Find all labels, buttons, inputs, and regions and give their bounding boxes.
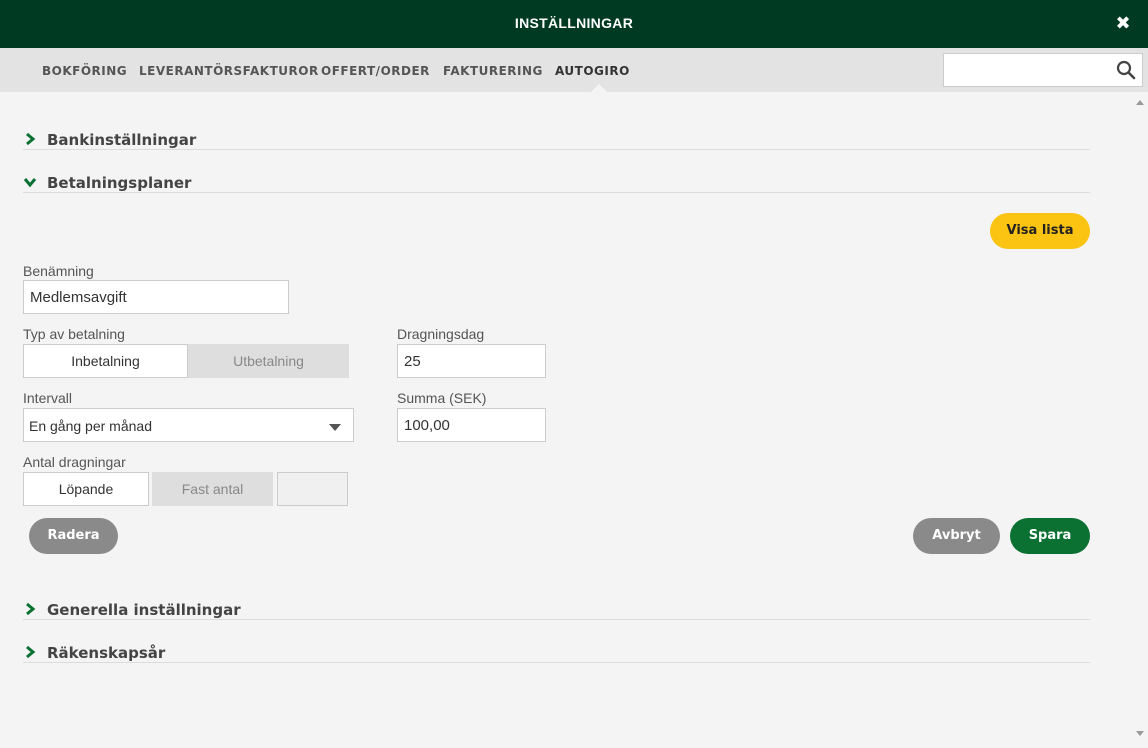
interval-select[interactable]: En gång per månad bbox=[23, 408, 354, 442]
name-label: Benämning bbox=[23, 263, 94, 279]
payment-type-inbetalning[interactable]: Inbetalning bbox=[23, 344, 188, 378]
search-input[interactable] bbox=[950, 60, 1110, 80]
caret-down-icon bbox=[329, 424, 341, 431]
count-fast-antal[interactable]: Fast antal bbox=[152, 472, 273, 506]
show-list-button[interactable]: Visa lista bbox=[990, 213, 1090, 249]
payment-type-label: Typ av betalning bbox=[23, 326, 125, 342]
chevron-right-icon bbox=[26, 645, 36, 659]
interval-label: Intervall bbox=[23, 390, 73, 406]
close-icon[interactable]: ✖ bbox=[1114, 14, 1132, 32]
scroll-down-icon[interactable] bbox=[1136, 731, 1144, 736]
search-icon[interactable] bbox=[1116, 60, 1136, 80]
active-tab-indicator bbox=[591, 84, 607, 92]
section-bank-settings[interactable]: Bankinställningar bbox=[23, 130, 1090, 150]
day-label: Dragningsdag bbox=[397, 326, 485, 342]
scroll-up-icon[interactable] bbox=[1136, 100, 1144, 105]
count-input[interactable] bbox=[277, 472, 348, 506]
section-general-settings[interactable]: Generella inställningar bbox=[23, 600, 1090, 620]
tab-autogiro[interactable]: AUTOGIRO bbox=[555, 64, 630, 78]
section-label: Generella inställningar bbox=[47, 601, 241, 619]
delete-button[interactable]: Radera bbox=[29, 518, 118, 554]
count-label: Antal dragningar bbox=[23, 454, 126, 470]
chevron-right-icon bbox=[26, 132, 36, 146]
tab-leverantorsfakturor[interactable]: LEVERANTÖRSFAKTUROR bbox=[139, 64, 319, 78]
tab-fakturering[interactable]: FAKTURERING bbox=[443, 64, 543, 78]
section-fiscal-year[interactable]: Räkenskapsår bbox=[23, 643, 1090, 663]
search-box[interactable] bbox=[943, 53, 1143, 87]
title-bar: INSTÄLLNINGAR ✖ bbox=[0, 0, 1148, 48]
section-label: Räkenskapsår bbox=[47, 644, 166, 662]
section-label: Bankinställningar bbox=[47, 131, 197, 149]
count-lopande[interactable]: Löpande bbox=[23, 472, 149, 506]
amount-label: Summa (SEK) bbox=[397, 390, 487, 406]
interval-value: En gång per månad bbox=[29, 418, 152, 434]
save-button[interactable]: Spara bbox=[1010, 518, 1090, 554]
section-label: Betalningsplaner bbox=[47, 174, 192, 192]
day-input[interactable] bbox=[397, 344, 546, 378]
payment-type-utbetalning[interactable]: Utbetalning bbox=[188, 344, 349, 378]
window-title: INSTÄLLNINGAR bbox=[514, 15, 634, 31]
section-payment-plans[interactable]: Betalningsplaner bbox=[23, 173, 1090, 193]
chevron-right-icon bbox=[26, 602, 36, 616]
chevron-down-icon bbox=[23, 178, 37, 188]
cancel-button[interactable]: Avbryt bbox=[913, 518, 1000, 554]
tab-bokforing[interactable]: BOKFÖRING bbox=[42, 64, 127, 78]
amount-input[interactable] bbox=[397, 408, 546, 442]
tab-offert-order[interactable]: OFFERT/ORDER bbox=[321, 64, 430, 78]
scrollbar[interactable] bbox=[1132, 92, 1148, 748]
name-input[interactable] bbox=[23, 280, 289, 314]
